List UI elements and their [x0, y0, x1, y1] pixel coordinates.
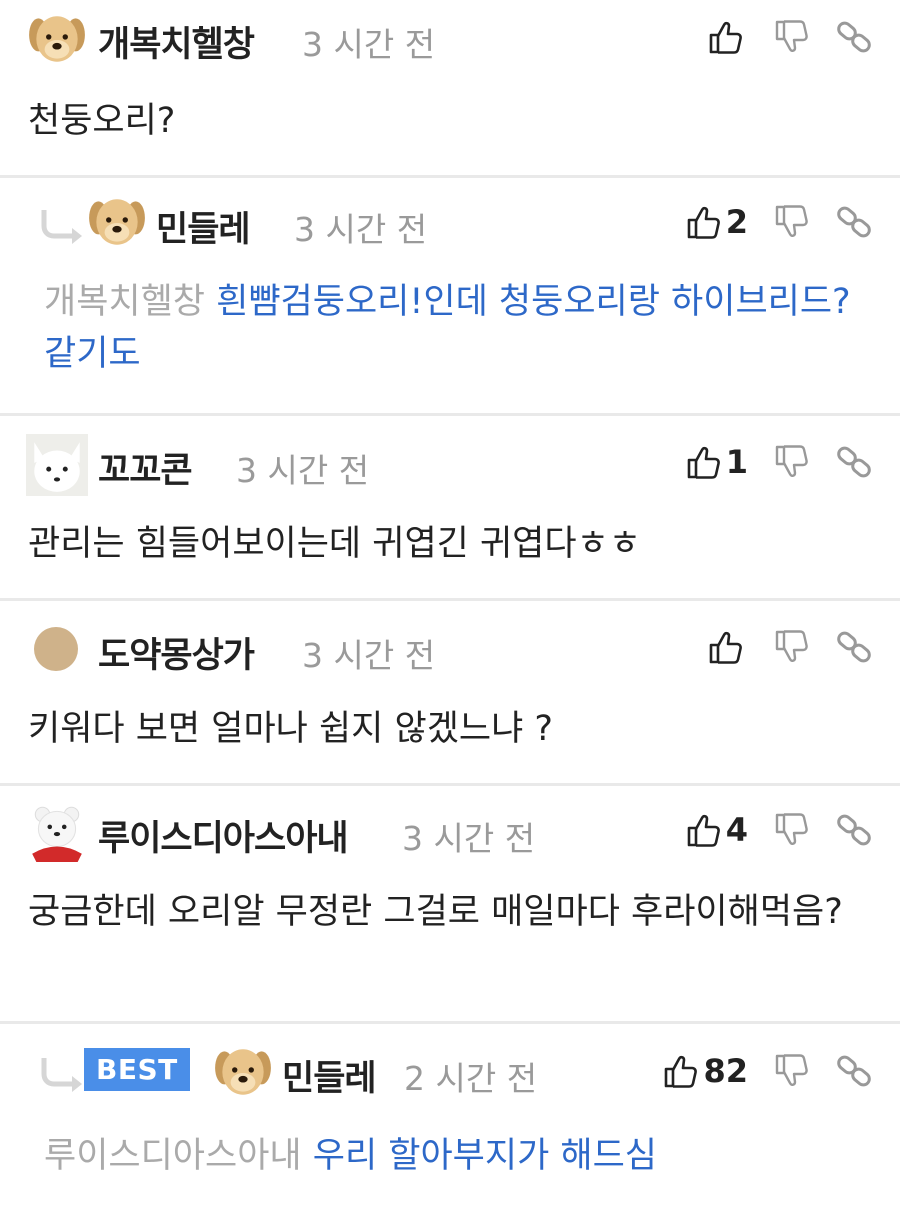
comment-text: 관리는 힘들어보이는데 귀엽긴 귀엽다ㅎㅎ: [28, 524, 641, 564]
link-icon[interactable]: [836, 204, 872, 240]
comment-item: 꼬꼬콘 3 시간 전 1 관리는 힘들어보이는데 귀엽긴 귀엽다ㅎㅎ: [0, 416, 900, 598]
thumbs-up-icon: [663, 1053, 699, 1089]
best-badge: BEST: [84, 1048, 190, 1091]
link-icon[interactable]: [836, 19, 872, 55]
best-reply-item: BEST 민들레 2 시간 전 82 루이스디아스아내 우리 할아부지가 해드심: [0, 1024, 900, 1210]
white-fox-avatar[interactable]: [26, 434, 88, 496]
comment-username[interactable]: 개복치헬창: [98, 16, 255, 67]
comment-time: 3 시간 전: [302, 25, 436, 64]
thumbs-up-icon: [686, 204, 722, 240]
link-icon[interactable]: [836, 444, 872, 480]
comment-username[interactable]: 민들레: [282, 1050, 377, 1101]
comment-time: 3 시간 전: [302, 636, 436, 675]
comment-actions: [708, 627, 872, 667]
reply-content: 우리 할아부지가 해드심: [312, 1136, 658, 1176]
thumbs-up-icon: [708, 629, 744, 665]
comment-item: 루이스디아스아내 3 시간 전 4 궁금한데 오리알 무정란 그걸로 매일마다 …: [0, 786, 900, 1021]
thumbs-down-icon[interactable]: [774, 812, 810, 848]
reply-text: 루이스디아스아내 우리 할아부지가 해드심: [44, 1130, 894, 1182]
like-button[interactable]: 82: [663, 1052, 748, 1090]
comment-actions: 2: [686, 202, 872, 242]
comment-username[interactable]: 루이스디아스아내: [98, 810, 349, 861]
comment-actions: 1: [686, 442, 872, 482]
comment-item: 개복치헬창 3 시간 전 천둥오리?: [0, 0, 900, 175]
comment-username[interactable]: 민들레: [156, 201, 251, 252]
like-count: 82: [703, 1052, 748, 1090]
thumbs-up-icon: [708, 19, 744, 55]
comment-text: 키워다 보면 얼마나 쉽지 않겠느냐 ?: [28, 709, 554, 749]
like-button[interactable]: 4: [686, 811, 748, 849]
like-button[interactable]: 2: [686, 203, 748, 241]
thumbs-down-icon[interactable]: [774, 19, 810, 55]
link-icon[interactable]: [836, 1053, 872, 1089]
comment-actions: 4: [686, 810, 872, 850]
like-button[interactable]: [708, 19, 748, 55]
thumbs-down-icon[interactable]: [774, 444, 810, 480]
comment-time: 2 시간 전: [404, 1059, 538, 1098]
mention-username[interactable]: 루이스디아스아내: [44, 1136, 302, 1176]
comment-time: 3 시간 전: [402, 819, 536, 858]
link-icon[interactable]: [836, 812, 872, 848]
puppy-avatar[interactable]: [26, 8, 88, 70]
like-button[interactable]: [708, 629, 748, 665]
comment-username[interactable]: 꼬꼬콘: [98, 442, 193, 493]
link-icon[interactable]: [836, 629, 872, 665]
mention-username[interactable]: 개복치헬창: [44, 282, 205, 322]
reply-arrow-icon: [40, 1056, 86, 1092]
thumbs-up-icon: [686, 444, 722, 480]
reply-item: 민들레 3 시간 전 2 개복치헬창 흰뺨검둥오리!인데 청둥오리랑 하이브리드…: [0, 178, 900, 413]
thumbs-down-icon[interactable]: [774, 204, 810, 240]
thumbs-down-icon[interactable]: [774, 1053, 810, 1089]
thumbs-up-icon: [686, 812, 722, 848]
thumbs-down-icon[interactable]: [774, 629, 810, 665]
comment-time: 3 시간 전: [236, 451, 370, 490]
comment-time: 3 시간 전: [294, 210, 428, 249]
puppy-avatar[interactable]: [212, 1041, 274, 1103]
white-bear-avatar[interactable]: [26, 800, 88, 862]
like-button[interactable]: 1: [686, 443, 748, 481]
comment-text: 천둥오리?: [28, 101, 176, 141]
tan-circle-avatar[interactable]: [34, 627, 78, 671]
comment-actions: 82: [663, 1051, 872, 1091]
like-count: 1: [725, 443, 748, 481]
like-count: 2: [725, 203, 748, 241]
comment-item: 도약몽상가 3 시간 전 키워다 보면 얼마나 쉽지 않겠느냐 ?: [0, 601, 900, 783]
comment-username[interactable]: 도약몽상가: [98, 627, 255, 678]
comment-text: 궁금한데 오리알 무정란 그걸로 매일마다 후라이해먹음?: [28, 892, 843, 932]
puppy-avatar[interactable]: [86, 191, 148, 253]
reply-text: 개복치헬창 흰뺨검둥오리!인데 청둥오리랑 하이브리드?같기도: [44, 276, 894, 380]
like-count: 4: [725, 811, 748, 849]
comment-actions: [708, 17, 872, 57]
reply-arrow-icon: [40, 208, 86, 244]
comment-list: 개복치헬창 3 시간 전 천둥오리? 민들레 3 시간 전 2 개복치헬창 흰뺨…: [0, 0, 900, 1210]
